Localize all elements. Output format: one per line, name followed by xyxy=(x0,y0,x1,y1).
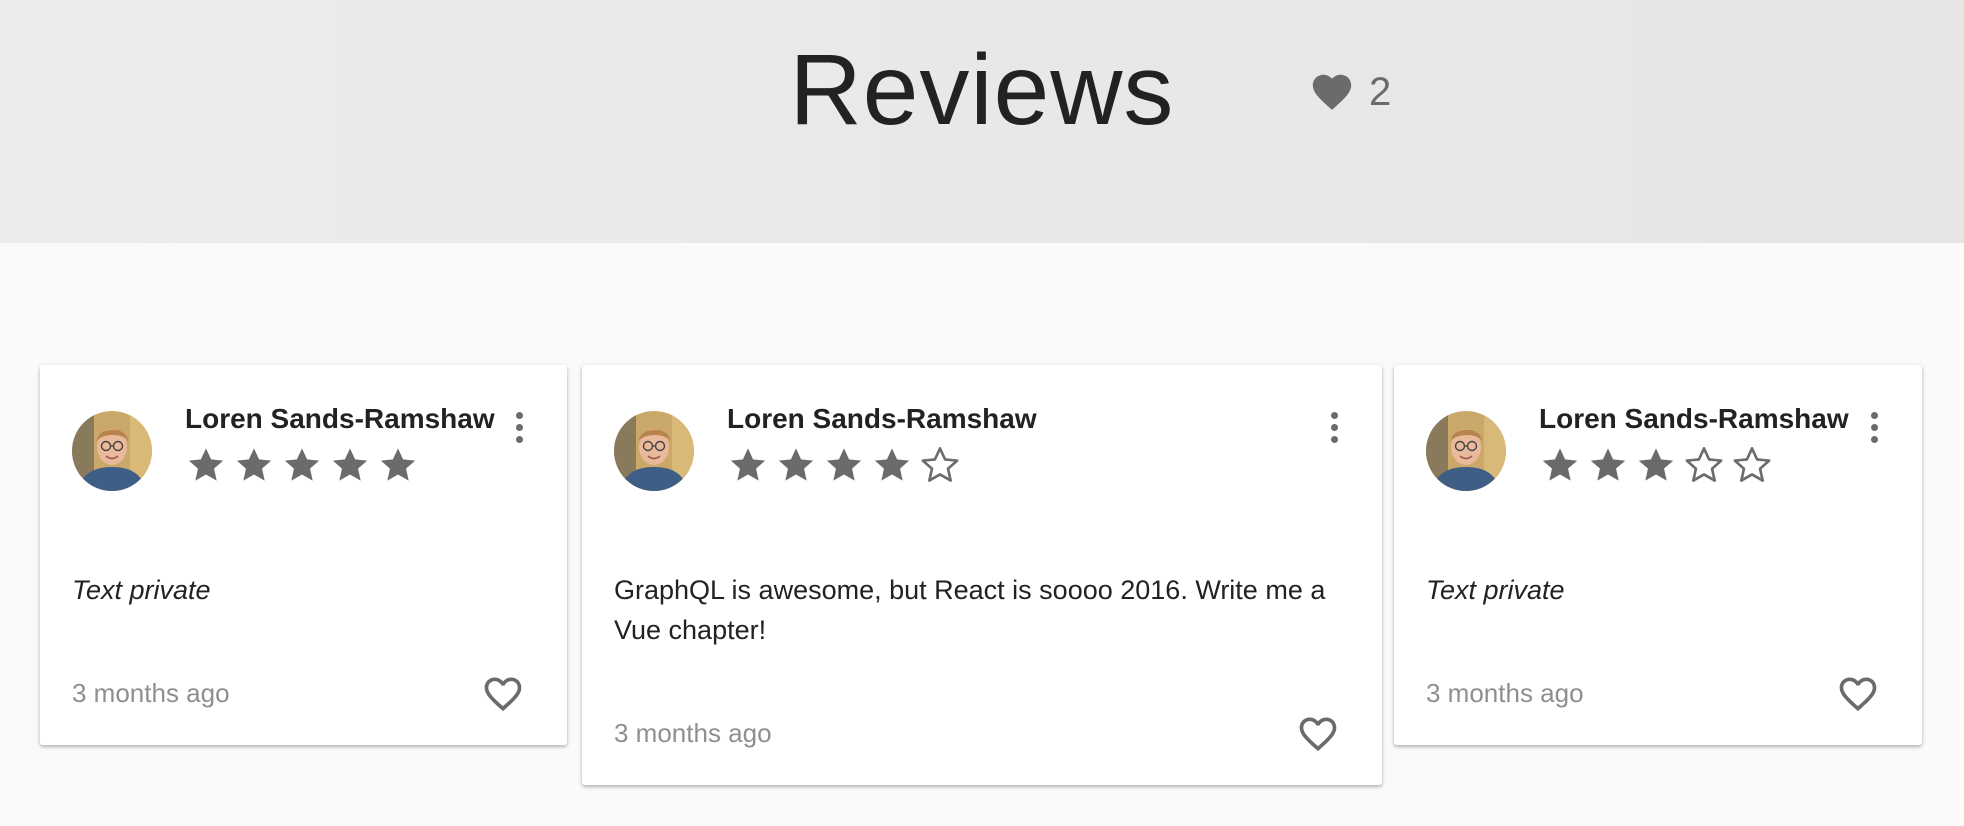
review-text: GraphQL is awesome, but React is soooo 2… xyxy=(614,575,1326,645)
review-text: Text private xyxy=(1426,575,1565,605)
review-timestamp: 3 months ago xyxy=(1426,678,1584,708)
review-author: Loren Sands-Ramshaw xyxy=(185,403,495,434)
review-timestamp: 3 months ago xyxy=(614,718,772,748)
star-filled-icon xyxy=(823,444,865,486)
page-title: Reviews xyxy=(789,34,1175,146)
star-filled-icon xyxy=(1539,444,1581,486)
star-filled-icon xyxy=(329,444,371,486)
review-card: Loren Sands-Ramshaw Text private 3 month… xyxy=(1394,365,1922,745)
star-empty-icon xyxy=(919,444,961,486)
review-text: Text private xyxy=(72,575,211,605)
star-rating xyxy=(185,444,419,486)
star-filled-icon xyxy=(775,444,817,486)
more-vert-icon[interactable] xyxy=(1862,407,1886,447)
star-rating xyxy=(727,444,961,486)
heart-icon xyxy=(1309,69,1355,115)
star-filled-icon xyxy=(377,444,419,486)
star-empty-icon xyxy=(1683,444,1725,486)
star-filled-icon xyxy=(1587,444,1629,486)
avatar xyxy=(1426,411,1506,491)
more-vert-icon[interactable] xyxy=(1322,407,1346,447)
star-filled-icon xyxy=(727,444,769,486)
heart-outline-icon[interactable] xyxy=(1836,672,1880,716)
avatar xyxy=(72,411,152,491)
favorites-counter[interactable]: 2 xyxy=(1309,66,1391,118)
star-filled-icon xyxy=(871,444,913,486)
star-filled-icon xyxy=(233,444,275,486)
review-card: Loren Sands-Ramshaw Text private 3 month… xyxy=(40,365,567,745)
review-author: Loren Sands-Ramshaw xyxy=(727,403,1037,434)
heart-outline-icon[interactable] xyxy=(1296,712,1340,756)
header-banner: Reviews 2 xyxy=(0,0,1964,243)
star-filled-icon xyxy=(1635,444,1677,486)
avatar xyxy=(614,411,694,491)
favorites-count: 2 xyxy=(1369,69,1392,114)
star-filled-icon xyxy=(185,444,227,486)
star-empty-icon xyxy=(1731,444,1773,486)
star-rating xyxy=(1539,444,1773,486)
star-filled-icon xyxy=(281,444,323,486)
review-timestamp: 3 months ago xyxy=(72,678,230,708)
review-card: Loren Sands-Ramshaw GraphQL is awesome, … xyxy=(582,365,1382,785)
heart-outline-icon[interactable] xyxy=(481,672,525,716)
more-vert-icon[interactable] xyxy=(507,407,531,447)
review-author: Loren Sands-Ramshaw xyxy=(1539,403,1849,434)
